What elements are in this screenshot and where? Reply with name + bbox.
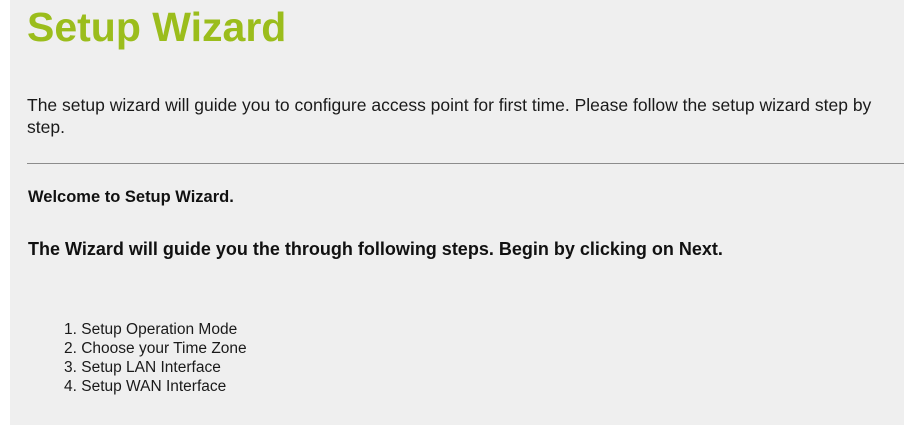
step-item: 1. Setup Operation Mode: [64, 321, 238, 338]
divider: [27, 163, 904, 164]
page-title: Setup Wizard: [27, 4, 287, 50]
step-item: 4. Setup WAN Interface: [64, 378, 227, 395]
welcome-heading: Welcome to Setup Wizard.: [28, 188, 234, 206]
step-item: 2. Choose your Time Zone: [64, 340, 247, 357]
intro-text: The setup wizard will guide you to confi…: [27, 95, 872, 137]
wizard-panel: Setup Wizard The setup wizard will guide…: [10, 0, 904, 425]
step-item: 3. Setup LAN Interface: [64, 359, 221, 376]
steps-list: 1. Setup Operation Mode 2. Choose your T…: [64, 320, 247, 396]
guide-heading: The Wizard will guide you the through fo…: [28, 239, 723, 259]
